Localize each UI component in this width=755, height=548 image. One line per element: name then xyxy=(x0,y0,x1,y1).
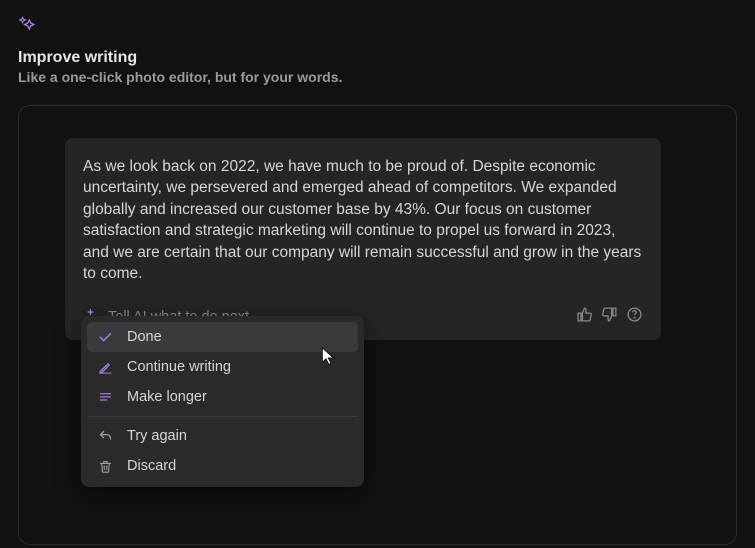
menu-item-discard[interactable]: Discard xyxy=(87,451,358,481)
menu-item-label: Continue writing xyxy=(127,359,231,375)
pencil-icon xyxy=(97,359,113,375)
menu-divider xyxy=(87,416,358,417)
menu-item-label: Try again xyxy=(127,428,187,444)
thumbs-up-icon[interactable] xyxy=(576,306,593,328)
ai-action-menu: Done Continue writing Make longer xyxy=(81,316,364,487)
page-header: Improve writing Like a one-click photo e… xyxy=(0,0,755,85)
menu-item-label: Done xyxy=(127,329,162,345)
menu-item-try-again[interactable]: Try again xyxy=(87,421,358,451)
page-subtitle: Like a one-click photo editor, but for y… xyxy=(18,69,737,85)
content-panel: As we look back on 2022, we have much to… xyxy=(18,105,737,545)
menu-item-label: Make longer xyxy=(127,389,207,405)
menu-item-make-longer[interactable]: Make longer xyxy=(87,382,358,412)
undo-icon xyxy=(97,428,113,444)
menu-item-done[interactable]: Done xyxy=(87,322,358,352)
sparkle-icon xyxy=(18,14,737,39)
thumbs-down-icon[interactable] xyxy=(601,306,618,328)
help-icon[interactable] xyxy=(626,306,643,328)
menu-item-continue-writing[interactable]: Continue writing xyxy=(87,352,358,382)
page-title: Improve writing xyxy=(18,49,737,67)
trash-icon xyxy=(97,458,113,474)
ai-response-text: As we look back on 2022, we have much to… xyxy=(83,156,643,284)
menu-item-label: Discard xyxy=(127,458,176,474)
lines-icon xyxy=(97,389,113,405)
check-icon xyxy=(97,329,113,345)
ai-response-card: As we look back on 2022, we have much to… xyxy=(65,138,661,340)
